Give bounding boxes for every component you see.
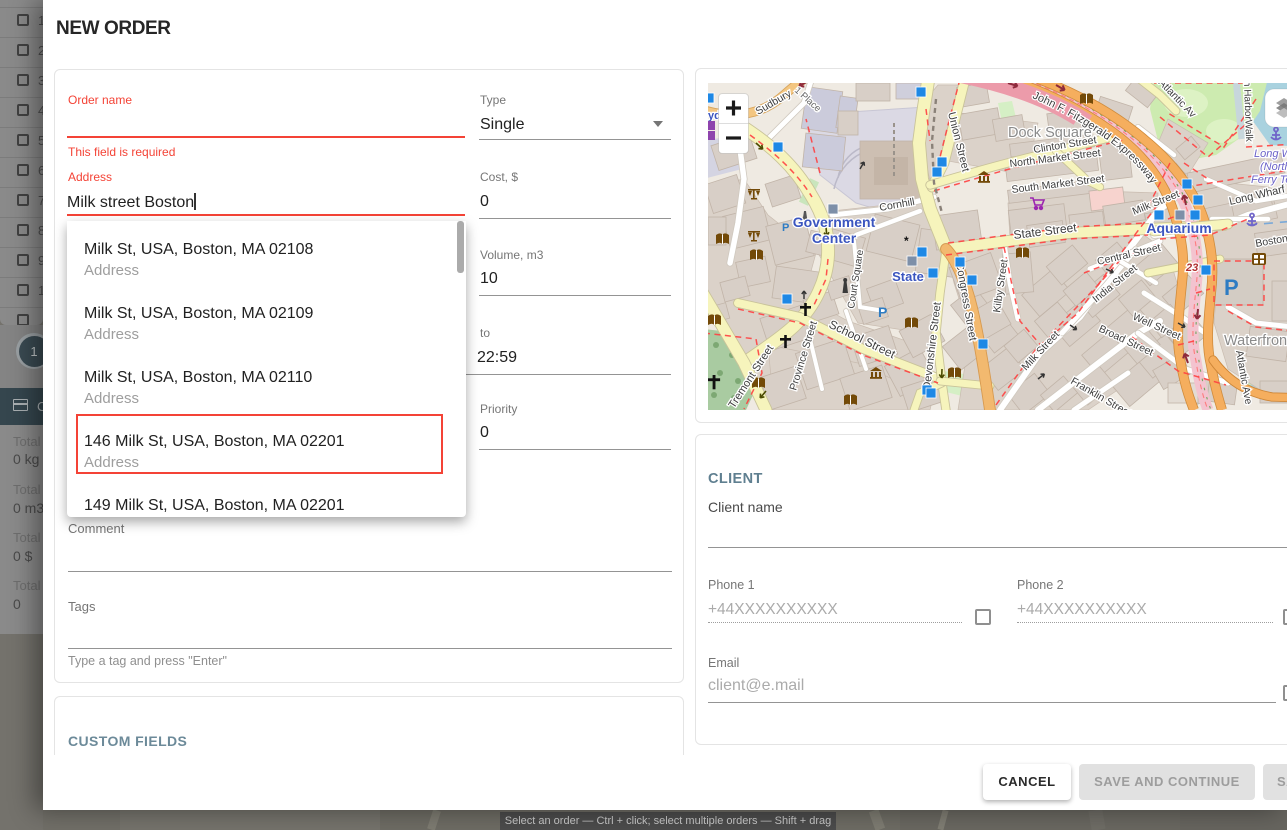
- svg-text:P: P: [878, 304, 887, 320]
- svg-text:Dock Square: Dock Square: [1008, 125, 1092, 141]
- svg-text:23: 23: [1185, 262, 1198, 274]
- svg-text:*: *: [904, 234, 909, 248]
- svg-text:Aquarium: Aquarium: [1146, 220, 1211, 236]
- svg-text:Waterfront: Waterfront: [1224, 333, 1287, 349]
- svg-text:n HarborWalk: n HarborWalk: [1241, 83, 1254, 143]
- svg-text:(North: (North: [1260, 161, 1287, 173]
- svg-text:Center: Center: [812, 230, 857, 246]
- svg-text:Ferry Terr: Ferry Terr: [1251, 174, 1287, 186]
- svg-text:P: P: [782, 222, 789, 234]
- svg-text:P: P: [1224, 275, 1239, 300]
- svg-text:Government: Government: [793, 214, 876, 230]
- svg-text:Long Wh: Long Wh: [1254, 148, 1287, 160]
- svg-text:State: State: [892, 269, 924, 284]
